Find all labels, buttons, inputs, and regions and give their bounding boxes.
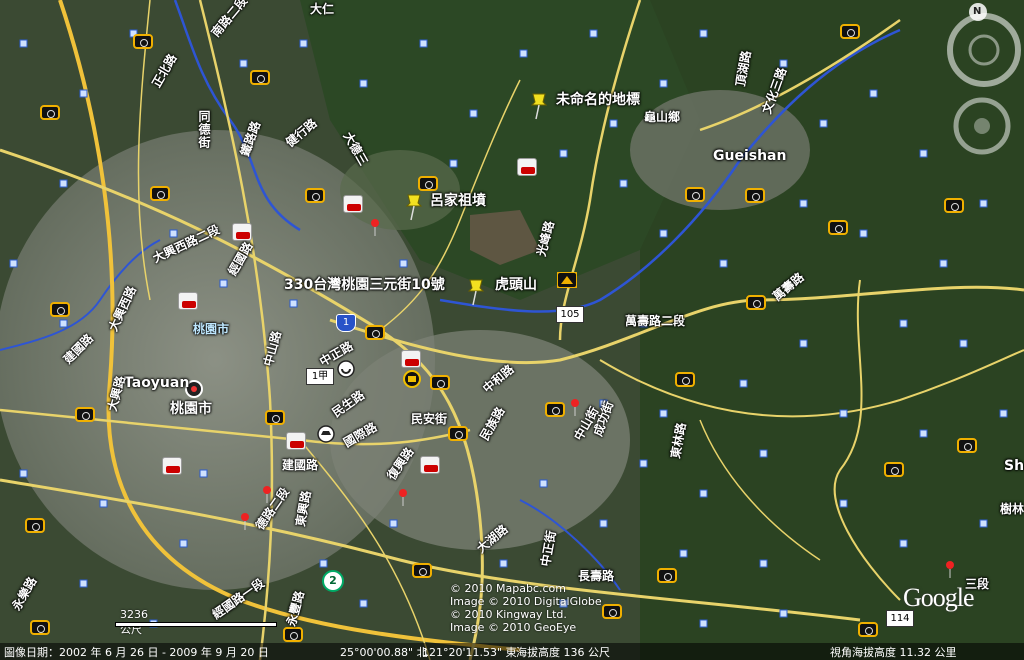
road-label: 同德街 [197, 110, 211, 149]
camera-icon[interactable] [418, 176, 438, 191]
camera-icon[interactable] [150, 186, 170, 201]
compass-north-label: N [973, 6, 982, 17]
train-station-icon[interactable] [317, 425, 335, 443]
bus-station-icon[interactable] [403, 370, 421, 388]
youtube-icon[interactable] [286, 432, 306, 450]
camera-icon[interactable] [448, 426, 468, 441]
place-label-unnamed-landmark: 未命名的地標 [556, 92, 640, 108]
red-pin-icon[interactable] [370, 218, 380, 236]
eye-altitude-readout: 視角海拔高度 11.32 公里 [830, 646, 957, 659]
camera-icon[interactable] [957, 438, 977, 453]
place-label-lu-family-tomb: 呂家祖墳 [430, 193, 486, 209]
youtube-icon[interactable] [517, 158, 537, 176]
youtube-icon[interactable] [420, 456, 440, 474]
copyright-line: Image © 2010 DigitalGlobe [450, 595, 602, 608]
camera-icon[interactable] [283, 627, 303, 642]
camera-icon[interactable] [685, 187, 705, 202]
place-label-hutoushan: 虎頭山 [495, 277, 537, 293]
national-highway-1-shield: 1 [336, 314, 356, 332]
camera-icon[interactable] [305, 188, 325, 203]
red-pin-icon[interactable] [945, 560, 955, 578]
camera-icon[interactable] [365, 325, 385, 340]
camera-icon[interactable] [40, 105, 60, 120]
camera-icon[interactable] [265, 410, 285, 425]
compass-control[interactable] [940, 0, 1024, 90]
road-label: 建國路 [282, 458, 319, 472]
provincial-highway-2-shield: 2 [322, 570, 344, 592]
latitude-readout: 25°00'00.88" 北 [340, 646, 428, 659]
imagery-date: 圖像日期：2002 年 6 月 26 日 - 2009 年 9 月 20 日 [4, 646, 269, 659]
camera-icon[interactable] [884, 462, 904, 477]
camera-icon[interactable] [840, 24, 860, 39]
road-label: 民安街 [411, 412, 448, 426]
place-label-address: 330台灣桃園三元街10號 [284, 277, 445, 293]
scale-bar-line [115, 622, 277, 627]
county-road-105-shield: 105 [556, 306, 584, 323]
youtube-icon[interactable] [343, 195, 363, 213]
look-around-control[interactable] [952, 96, 1012, 156]
place-label-taoyuan-city-district: 桃園市 [193, 322, 230, 336]
red-pin-icon[interactable] [240, 512, 250, 530]
yellow-pushpin-icon[interactable] [467, 278, 485, 306]
camera-icon[interactable] [75, 407, 95, 422]
red-pin-icon[interactable] [398, 488, 408, 506]
camera-icon[interactable] [545, 402, 565, 417]
camera-icon[interactable] [657, 568, 677, 583]
camera-icon[interactable] [50, 302, 70, 317]
elevation-readout: 海拔高度 136 公尺 [516, 646, 610, 659]
temple-icon[interactable] [557, 272, 577, 288]
google-logo: Google [903, 583, 975, 612]
youtube-icon[interactable] [162, 457, 182, 475]
camera-icon[interactable] [675, 372, 695, 387]
youtube-icon[interactable] [178, 292, 198, 310]
camera-icon[interactable] [25, 518, 45, 533]
camera-icon[interactable] [745, 188, 765, 203]
place-label-sh: Sh [1004, 458, 1024, 474]
place-label-shulin: 樹林 [1000, 502, 1024, 516]
road-label: 萬壽路二段 [625, 314, 686, 328]
camera-icon[interactable] [944, 198, 964, 213]
copyright-line: Image © 2010 GeoEye [450, 621, 577, 634]
camera-icon[interactable] [412, 563, 432, 578]
camera-icon[interactable] [602, 604, 622, 619]
camera-icon[interactable] [828, 220, 848, 235]
camera-icon[interactable] [430, 375, 450, 390]
camera-icon[interactable] [746, 295, 766, 310]
copyright-line: © 2010 Kingway Ltd. [450, 608, 567, 621]
camera-icon[interactable] [250, 70, 270, 85]
restaurant-icon[interactable] [337, 360, 355, 378]
camera-icon[interactable] [30, 620, 50, 635]
place-label-taoyuan-en: Taoyuan [124, 375, 190, 391]
yellow-pushpin-icon[interactable] [405, 193, 423, 221]
youtube-icon[interactable] [401, 350, 421, 368]
road-label: 大仁 [310, 2, 335, 16]
satellite-map[interactable] [0, 0, 1024, 660]
place-label-gueishan: Gueishan [713, 148, 787, 164]
longitude-readout: 121°20'11.53" 東 [422, 646, 517, 659]
copyright-line: © 2010 Mapabc.com [450, 582, 566, 595]
copyright-block: © 2010 Mapabc.com Image © 2010 DigitalGl… [450, 582, 602, 634]
yellow-pushpin-icon[interactable] [530, 92, 548, 120]
camera-icon[interactable] [858, 622, 878, 637]
status-bar: 圖像日期：2002 年 6 月 26 日 - 2009 年 9 月 20 日 2… [0, 643, 1024, 660]
red-pin-icon[interactable] [570, 398, 580, 416]
place-label-guishan-township: 龜山鄉 [644, 110, 681, 124]
place-label-taoyuan-city: 桃園市 [170, 401, 212, 417]
county-road-1a-shield: 1甲 [306, 368, 334, 385]
camera-icon[interactable] [133, 34, 153, 49]
